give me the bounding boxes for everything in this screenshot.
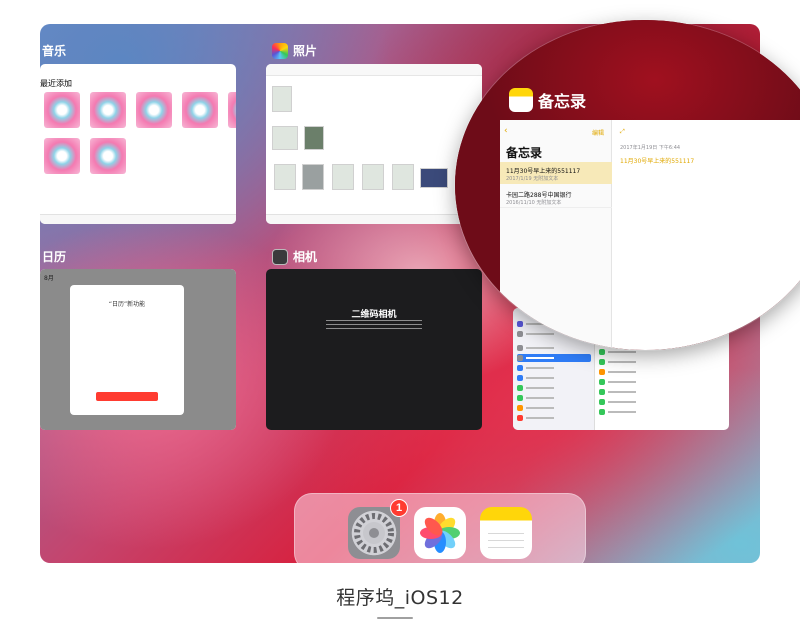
photo-thumbnail[interactable] bbox=[304, 126, 324, 150]
stage: 音乐 最近添加 照片 日历 8月 “日历”新功能 相机 二维码相机 1 备忘录 … bbox=[0, 0, 800, 627]
calendar-app-name: 日历 bbox=[42, 250, 67, 264]
notes-edit-button[interactable]: 编辑 bbox=[592, 128, 604, 137]
notes-list-item-selected[interactable]: 11月30号早上来的551117 2017/1/19 无附加文本 bbox=[500, 162, 612, 184]
album-artwork[interactable] bbox=[136, 92, 172, 128]
album-artwork[interactable] bbox=[182, 92, 218, 128]
calendar-whats-new-dialog: “日历”新功能 bbox=[70, 285, 184, 415]
note-subtitle: 2017/1/19 无附加文本 bbox=[506, 176, 559, 182]
note-body-text[interactable]: 11月30号早上来的551117 bbox=[620, 156, 694, 165]
camera-app-name: 相机 bbox=[293, 250, 318, 264]
photo-thumbnail[interactable] bbox=[332, 164, 354, 190]
notes-app-icon[interactable] bbox=[480, 507, 532, 559]
photo-thumbnail[interactable] bbox=[392, 164, 414, 190]
settings-row[interactable] bbox=[517, 414, 591, 422]
settings-row[interactable] bbox=[517, 384, 591, 392]
notes-lines-icon bbox=[488, 527, 524, 551]
settings-detail-row[interactable] bbox=[599, 378, 673, 386]
notes-list-pane: ‹ 编辑 备忘录 11月30号早上来的551117 2017/1/19 无附加文… bbox=[500, 120, 612, 350]
photos-app-card[interactable] bbox=[266, 64, 482, 224]
music-section-title: 最近添加 bbox=[40, 79, 72, 88]
photo-thumbnail[interactable] bbox=[362, 164, 384, 190]
music-tab-bar bbox=[40, 214, 236, 224]
dock: 1 bbox=[294, 493, 586, 563]
settings-detail-row[interactable] bbox=[599, 388, 673, 396]
settings-row[interactable] bbox=[517, 374, 591, 382]
music-app-card[interactable]: 最近添加 bbox=[40, 64, 236, 224]
camera-app-label[interactable]: 相机 bbox=[272, 248, 317, 265]
music-app-name: 音乐 bbox=[42, 44, 67, 58]
album-artwork[interactable] bbox=[90, 92, 126, 128]
settings-row[interactable] bbox=[517, 404, 591, 412]
camera-app-card[interactable]: 二维码相机 bbox=[266, 269, 482, 430]
photos-app-icon[interactable] bbox=[414, 507, 466, 559]
notes-list-item[interactable]: 卡园二路288号中国银行 2016/11/10 无附加文本 bbox=[500, 186, 612, 208]
music-album-grid bbox=[40, 92, 236, 174]
notes-app-label[interactable]: 备忘录 bbox=[509, 88, 586, 112]
note-title: 11月30号早上来的551117 bbox=[506, 168, 581, 175]
note-subtitle: 2016/11/10 无附加文本 bbox=[506, 200, 562, 206]
photos-small-icon bbox=[272, 42, 288, 59]
notes-back-chevron-icon[interactable]: ‹ bbox=[504, 126, 508, 136]
calendar-app-label[interactable]: 日历 bbox=[42, 248, 66, 265]
photo-thumbnail[interactable] bbox=[272, 86, 292, 112]
calendar-month: 8月 bbox=[44, 275, 54, 282]
music-app-label[interactable]: 音乐 bbox=[42, 42, 66, 59]
note-title: 卡园二路288号中国银行 bbox=[506, 192, 572, 199]
settings-detail-row[interactable] bbox=[599, 408, 673, 416]
album-artwork[interactable] bbox=[44, 138, 80, 174]
caption-underline bbox=[377, 617, 413, 619]
notes-expand-icon[interactable]: ⤢ bbox=[620, 128, 625, 136]
notes-list-title: 备忘录 bbox=[506, 146, 543, 160]
photo-thumbnail[interactable] bbox=[274, 164, 296, 190]
settings-notification-badge: 1 bbox=[390, 499, 408, 517]
album-artwork[interactable] bbox=[228, 92, 236, 128]
settings-detail-row[interactable] bbox=[599, 358, 673, 366]
photo-thumbnail[interactable] bbox=[302, 164, 324, 190]
photos-flower-icon bbox=[420, 513, 460, 553]
magnified-notes-card[interactable]: 备忘录 ‹ 编辑 备忘录 11月30号早上来的551117 2017/1/19 … bbox=[455, 20, 800, 350]
calendar-dialog-title: “日历”新功能 bbox=[108, 301, 146, 308]
photos-tab-bar bbox=[266, 214, 482, 224]
settings-row[interactable] bbox=[517, 394, 591, 402]
settings-detail-row[interactable] bbox=[599, 368, 673, 376]
photo-thumbnail[interactable] bbox=[272, 126, 298, 150]
settings-row-selected[interactable] bbox=[517, 354, 591, 362]
calendar-app-card[interactable]: 8月 “日历”新功能 bbox=[40, 269, 236, 430]
camera-qr-title: 二维码相机 bbox=[351, 310, 397, 320]
photos-app-name: 照片 bbox=[293, 44, 318, 58]
notes-app-name: 备忘录 bbox=[538, 92, 587, 111]
photo-thumbnail[interactable] bbox=[420, 168, 448, 188]
caption: 程序坞_iOS12 bbox=[336, 587, 464, 609]
settings-detail-row[interactable] bbox=[599, 398, 673, 406]
photos-app-label[interactable]: 照片 bbox=[272, 42, 317, 59]
settings-row[interactable] bbox=[517, 364, 591, 372]
photos-nav-bar bbox=[266, 64, 482, 76]
album-artwork[interactable] bbox=[90, 138, 126, 174]
notes-app-card[interactable]: ‹ 编辑 备忘录 11月30号早上来的551117 2017/1/19 无附加文… bbox=[500, 120, 800, 350]
notes-small-icon bbox=[509, 88, 533, 112]
calendar-continue-button[interactable] bbox=[96, 392, 158, 401]
note-header-date: 2017年1月19日 下午6:44 bbox=[620, 145, 681, 151]
camera-small-icon bbox=[272, 248, 288, 265]
camera-description bbox=[326, 320, 422, 332]
album-artwork[interactable] bbox=[44, 92, 80, 128]
